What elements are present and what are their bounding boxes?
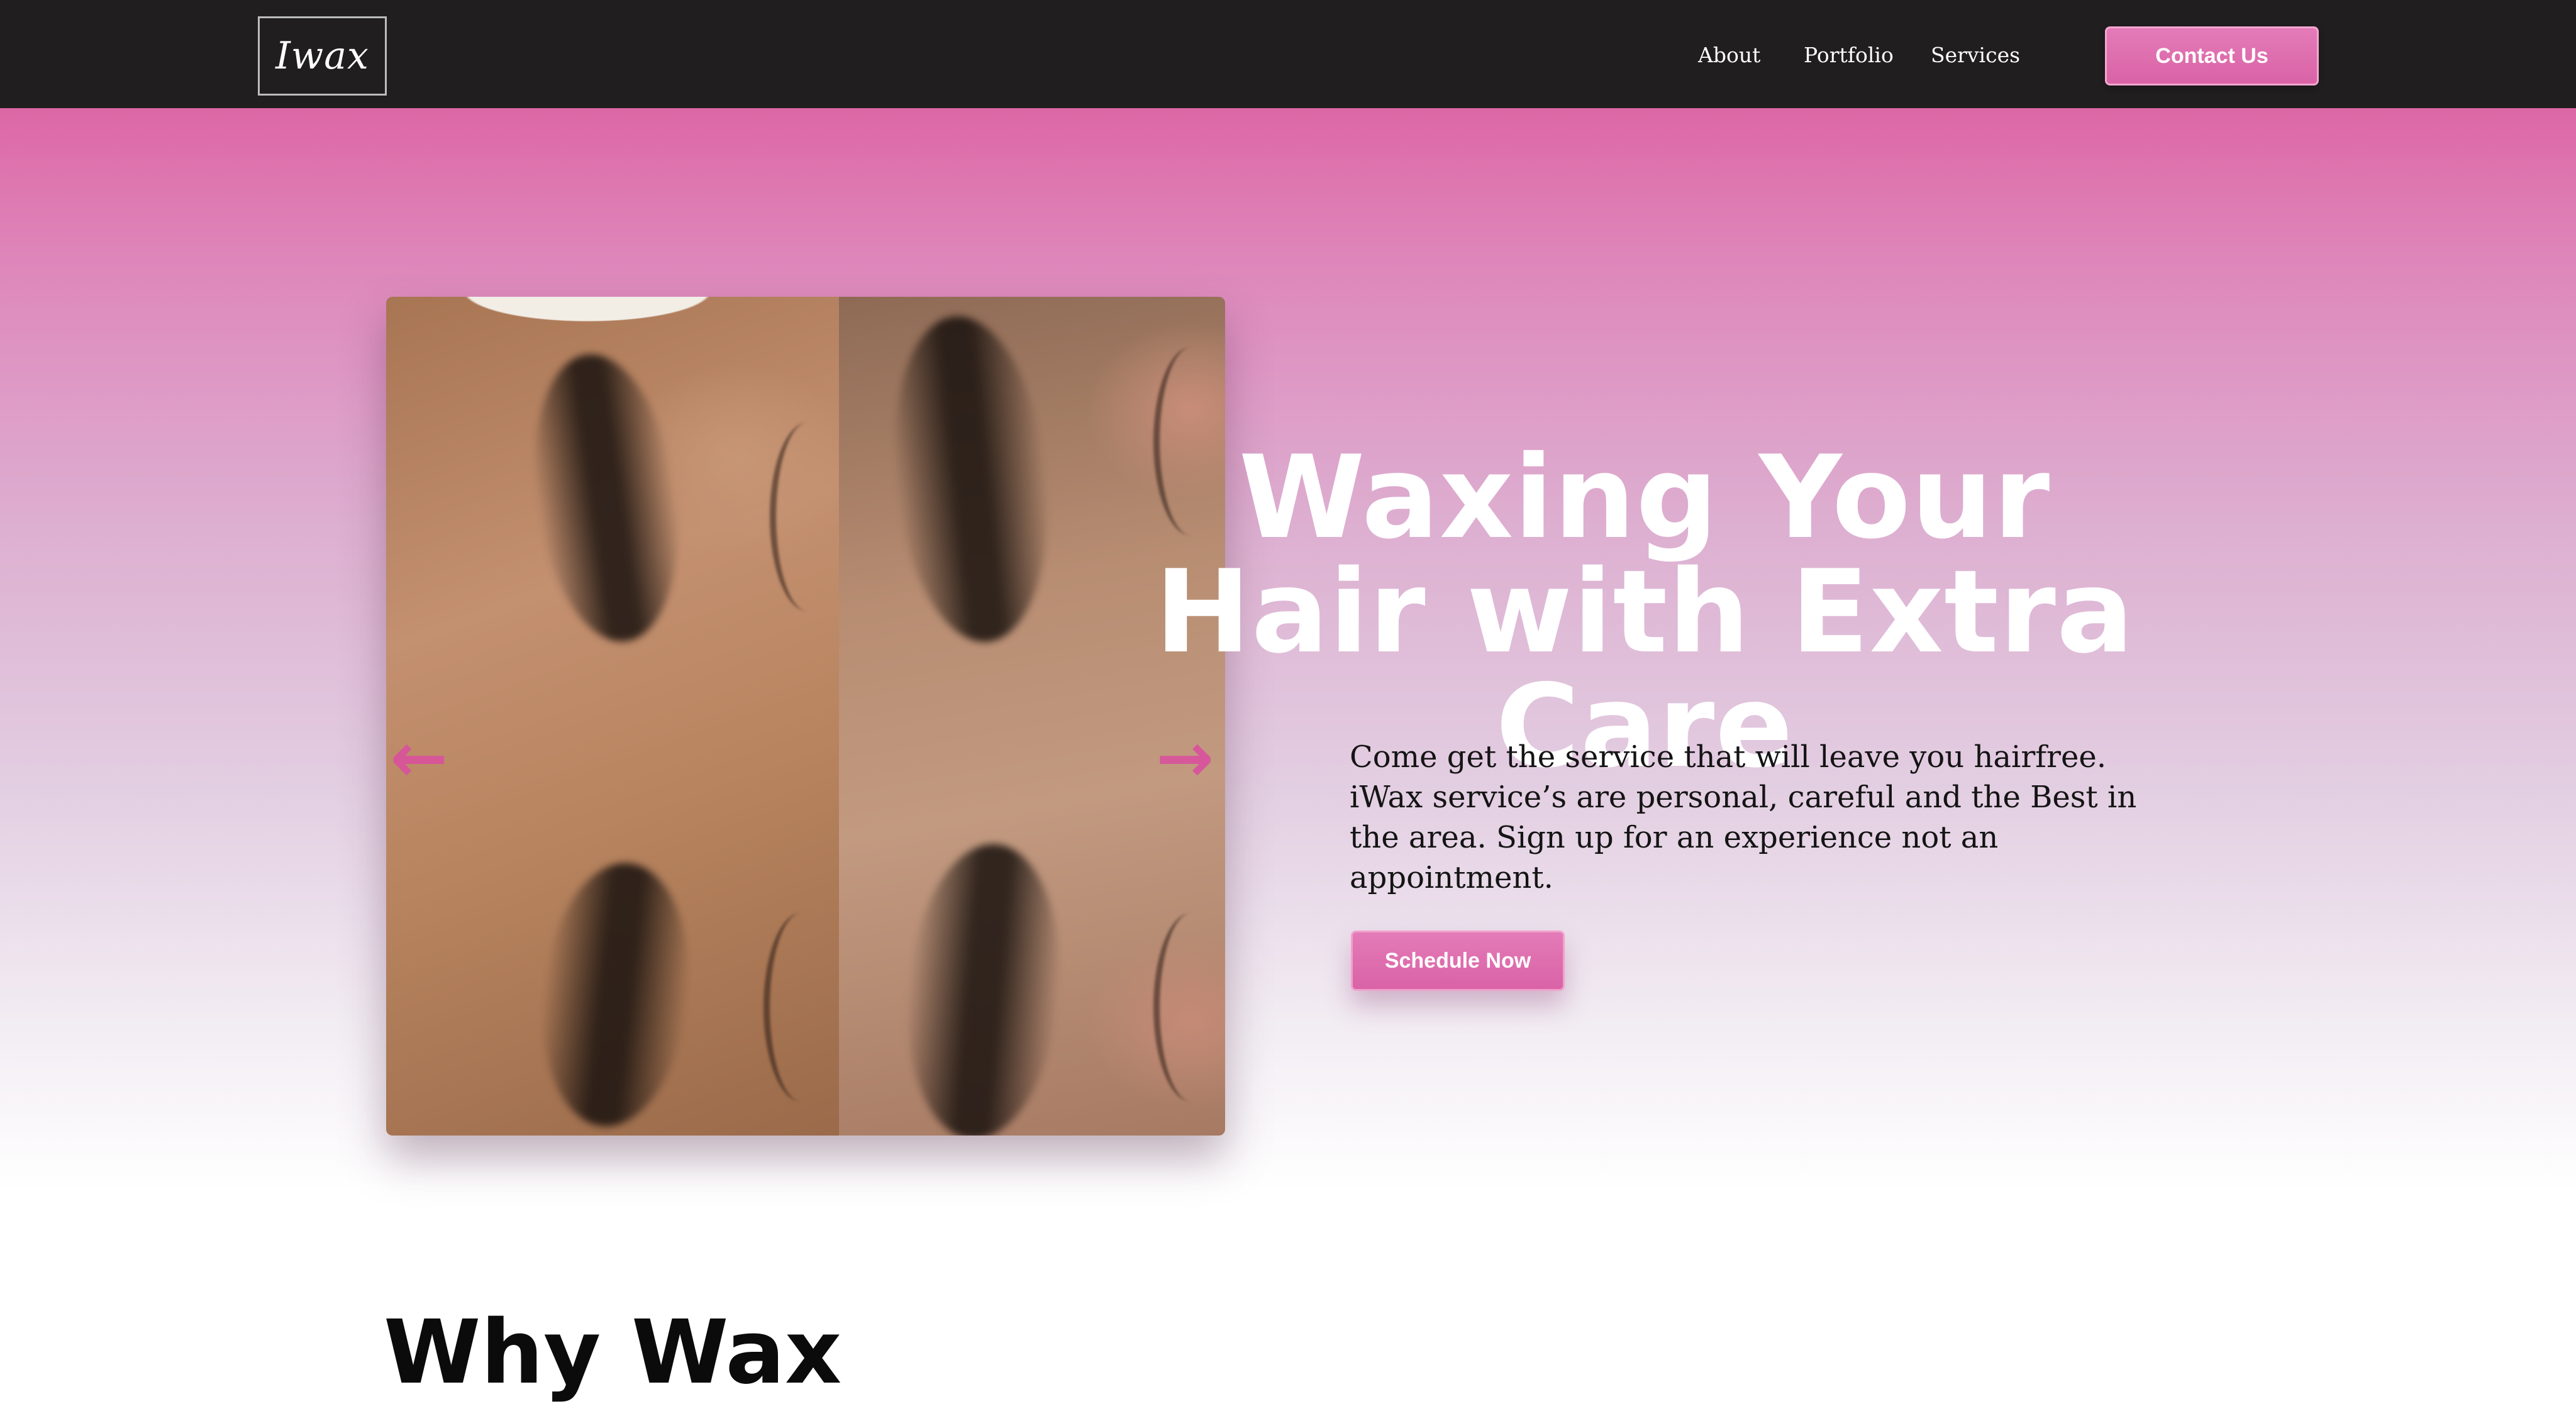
hero-title: Waxing Your Hair with Extra Care	[1155, 431, 2135, 793]
schedule-now-button[interactable]: Schedule Now	[1351, 931, 1565, 991]
nav-link-portfolio[interactable]: Portfolio	[1804, 39, 1894, 72]
before-photo	[386, 297, 839, 1136]
contact-us-button[interactable]: Contact Us	[2105, 26, 2319, 86]
why-wax-heading: Why Wax	[384, 1302, 842, 1404]
nav-link-about[interactable]: About	[1698, 39, 1760, 72]
hero-description: Come get the service that will leave you…	[1350, 739, 2137, 895]
logo[interactable]: Iwax	[258, 16, 387, 96]
carousel-prev-arrow-icon[interactable]: ←	[390, 723, 448, 792]
navbar: Iwax About Portfolio Services Contact Us	[0, 0, 2576, 108]
nav-link-services[interactable]: Services	[1931, 39, 2020, 72]
